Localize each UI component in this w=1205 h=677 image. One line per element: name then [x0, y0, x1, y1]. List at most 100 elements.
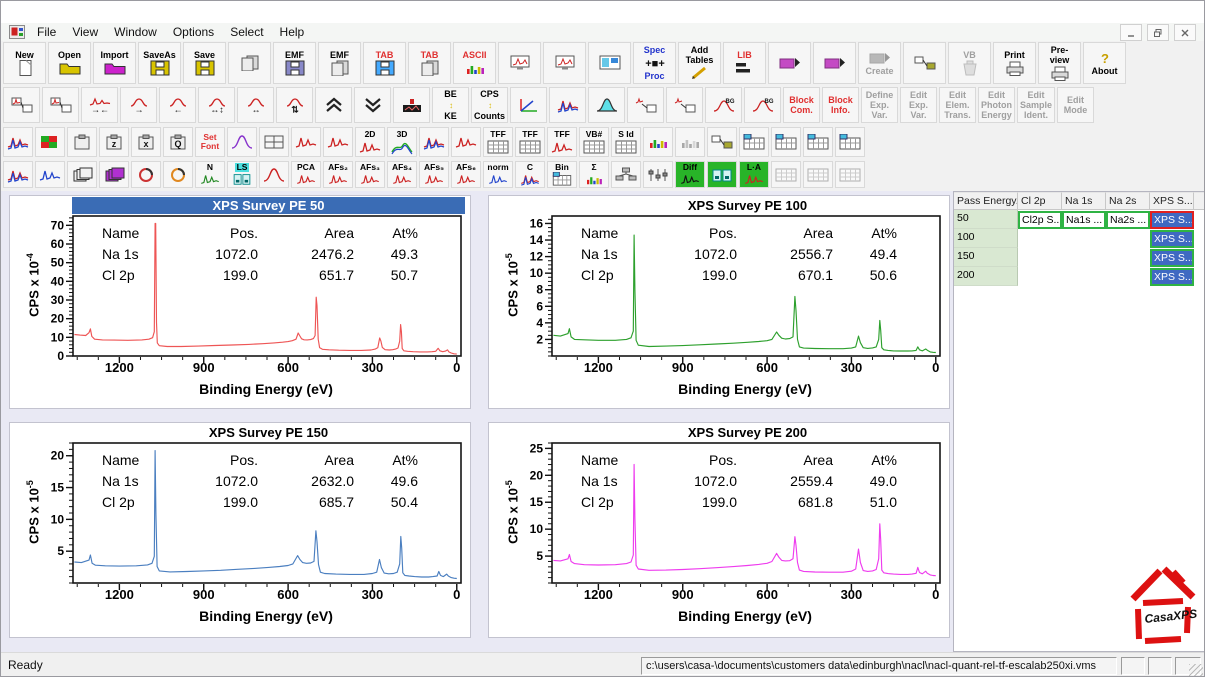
shift-right-button[interactable]: →: [120, 87, 157, 123]
sum-button[interactable]: Σ: [579, 161, 609, 188]
tff-chart-button[interactable]: TFF: [515, 127, 545, 157]
library-button[interactable]: LIB: [723, 42, 766, 84]
block-transfer-button[interactable]: [707, 127, 737, 157]
block-cell[interactable]: Na1s ...: [1062, 211, 1106, 229]
convert-button[interactable]: [768, 42, 811, 84]
diff-button[interactable]: Diff: [675, 161, 705, 188]
stack-view-button[interactable]: [451, 127, 481, 157]
region-button[interactable]: [588, 87, 625, 123]
chart-title-pe200[interactable]: XPS Survey PE 200: [551, 424, 944, 441]
browser-column-header[interactable]: XPS S...: [1150, 192, 1194, 209]
link-tree-button[interactable]: [611, 161, 641, 188]
chart-title-pe150[interactable]: XPS Survey PE 150: [72, 424, 465, 441]
block-cell[interactable]: Na2s ...: [1106, 211, 1150, 229]
open-button[interactable]: Open: [48, 42, 91, 84]
afs2-button[interactable]: AFs₂: [323, 161, 353, 188]
print-button[interactable]: Print: [993, 42, 1036, 84]
grid-view-2-button[interactable]: [771, 127, 801, 157]
be-ke-button[interactable]: BE↕KE: [432, 87, 469, 123]
cps-counts-button[interactable]: CPS↕Counts: [471, 87, 508, 123]
pass-energy-cell[interactable]: 100: [954, 229, 1018, 248]
pages-stack-button[interactable]: [67, 161, 97, 188]
process-new-button[interactable]: [627, 87, 664, 123]
overlay-red-blue-button[interactable]: [3, 161, 33, 188]
import-button[interactable]: Import: [93, 42, 136, 84]
afs4-button[interactable]: AFs₄: [387, 161, 417, 188]
save-tab-button[interactable]: TAB: [363, 42, 406, 84]
pages-stack-purple-button[interactable]: [99, 161, 129, 188]
n-spectra-button[interactable]: N: [195, 161, 225, 188]
scroll-down-button[interactable]: [354, 87, 391, 123]
block-cell[interactable]: Cl2p S...: [1018, 211, 1062, 229]
overlay-button[interactable]: [549, 87, 586, 123]
window-restore-button[interactable]: [1147, 24, 1169, 41]
block-cell[interactable]: XPS S...: [1150, 268, 1194, 286]
crosshair-button[interactable]: [259, 127, 289, 157]
afs3-button[interactable]: AFs₃: [355, 161, 385, 188]
chart-window-pe100[interactable]: XPS Survey PE 100 CPS x 10-5 16141210864…: [488, 195, 950, 409]
menu-select[interactable]: Select: [222, 25, 271, 39]
zoom-out-button[interactable]: [42, 87, 79, 123]
pca-button[interactable]: PCA: [291, 161, 321, 188]
background-subtract-button[interactable]: BG: [744, 87, 781, 123]
process-overlay-button[interactable]: [666, 87, 703, 123]
column-colors-button[interactable]: [643, 127, 673, 157]
block-cell[interactable]: XPS S...: [1150, 249, 1194, 267]
copy-page-button[interactable]: [228, 42, 271, 84]
bin-button[interactable]: Bin: [547, 161, 577, 188]
spline-button[interactable]: [419, 127, 449, 157]
tile-colors-button[interactable]: [35, 127, 65, 157]
chart-window-pe150[interactable]: XPS Survey PE 150 CPS x 10-5 20151051200…: [9, 422, 471, 638]
afs5-button[interactable]: AFs₅: [419, 161, 449, 188]
swap-traces-button[interactable]: ⇅: [276, 87, 313, 123]
sid-table-button[interactable]: S Id: [611, 127, 641, 157]
add-tables-button[interactable]: AddTables: [678, 42, 721, 84]
tff-table-button[interactable]: TFF: [483, 127, 513, 157]
window-minimize-button[interactable]: [1120, 24, 1142, 41]
about-button[interactable]: ?About: [1083, 42, 1126, 84]
block-cell[interactable]: XPS S...: [1150, 211, 1194, 229]
block-cell[interactable]: XPS S...: [1150, 230, 1194, 248]
chart-window-pe200[interactable]: XPS Survey PE 200 CPS x 10-5 25201510512…: [488, 422, 950, 638]
display-3d-button[interactable]: [510, 87, 547, 123]
stretch-x-button[interactable]: ↔: [237, 87, 274, 123]
export-ascii-button[interactable]: ASCII: [453, 42, 496, 84]
block-comment-button[interactable]: BlockCom.: [783, 87, 820, 123]
save-green-button[interactable]: [707, 161, 737, 188]
copy-tab-button[interactable]: TAB: [408, 42, 451, 84]
pass-energy-cell[interactable]: 50: [954, 210, 1018, 229]
copy-clipboard-button[interactable]: [67, 127, 97, 157]
copy-quant-button[interactable]: Q: [163, 127, 193, 157]
background-button[interactable]: BG: [705, 87, 742, 123]
scroll-up-button[interactable]: [315, 87, 352, 123]
chart-window-pe50[interactable]: XPS Survey PE 50 CPS x 10-4 706050403020…: [9, 195, 471, 409]
menu-view[interactable]: View: [64, 25, 106, 39]
save-emf-button[interactable]: EMF: [273, 42, 316, 84]
copy-x-button[interactable]: x: [131, 127, 161, 157]
browser-column-header[interactable]: Na 1s: [1062, 192, 1106, 209]
zoom-in-button[interactable]: [3, 87, 40, 123]
view-3d-button[interactable]: 3D: [387, 127, 417, 157]
view-2d-button[interactable]: 2D: [355, 127, 385, 157]
norm-button[interactable]: norm: [483, 161, 513, 188]
overlay-blue-button[interactable]: [35, 161, 65, 188]
resize-grip[interactable]: [1189, 664, 1203, 677]
mixture-button[interactable]: [643, 161, 673, 188]
instrument-display-button[interactable]: [498, 42, 541, 84]
grid-view-4-button[interactable]: [835, 127, 865, 157]
propagate-button[interactable]: [903, 42, 946, 84]
heat-display-button[interactable]: [163, 161, 193, 188]
zoom-frame-button[interactable]: [291, 127, 321, 157]
tile-display-button[interactable]: [588, 42, 631, 84]
chart-title-pe100[interactable]: XPS Survey PE 100: [551, 197, 944, 214]
menu-file[interactable]: File: [29, 25, 64, 39]
save-as-button[interactable]: SaveAs: [138, 42, 181, 84]
browser-column-header[interactable]: Cl 2p: [1018, 192, 1062, 209]
menu-window[interactable]: Window: [106, 25, 165, 39]
overlay-spectra-button[interactable]: [3, 127, 33, 157]
rainbow-display-button[interactable]: [131, 161, 161, 188]
afs6-button[interactable]: AFs₆: [451, 161, 481, 188]
menu-options[interactable]: Options: [165, 25, 222, 39]
copy-emf-button[interactable]: EMF: [318, 42, 361, 84]
convert-split-button[interactable]: [813, 42, 856, 84]
